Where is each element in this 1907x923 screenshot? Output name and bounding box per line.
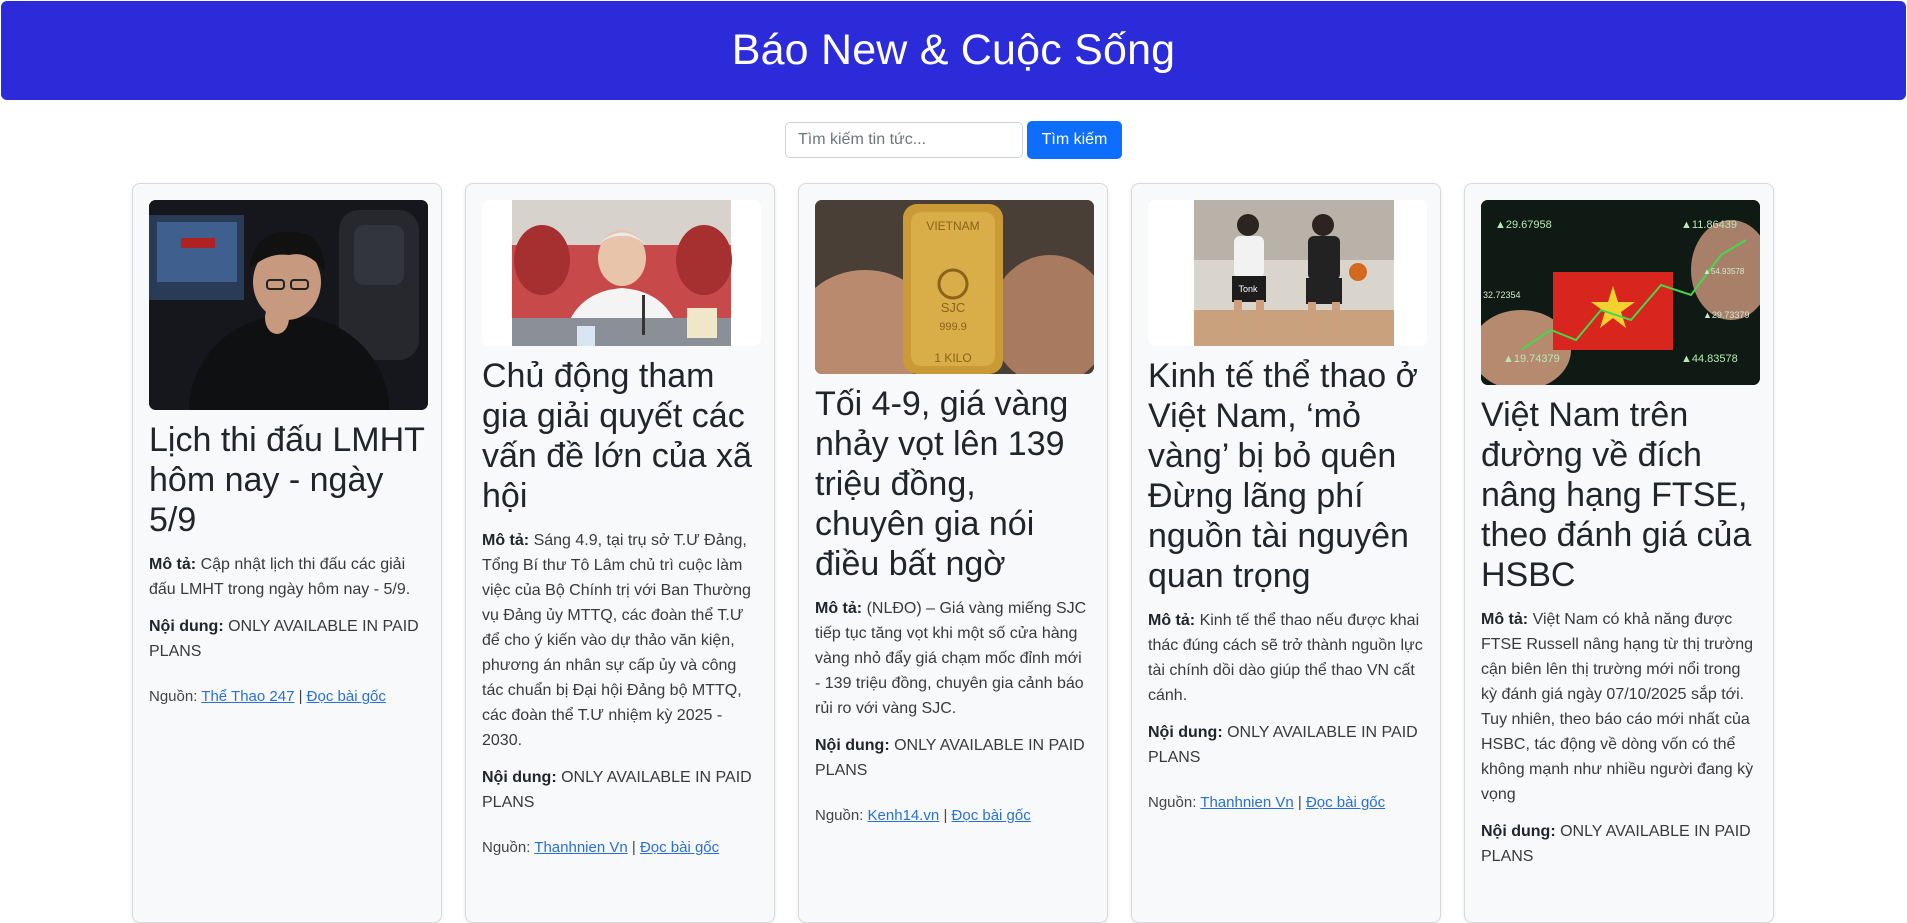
ticker-value: ▲29.67958 xyxy=(1495,219,1552,231)
ticker-value: ▲29.73379 xyxy=(1703,310,1749,320)
search-bar: Tìm kiếm xyxy=(0,121,1907,159)
source-label: Nguồn: xyxy=(482,839,531,856)
search-button[interactable]: Tìm kiếm xyxy=(1027,121,1122,159)
ticker-value: ▲54.93578 xyxy=(1703,267,1745,276)
gold-bar-weight: 1 KILO xyxy=(934,351,971,365)
description-label: Mô tả: xyxy=(149,556,197,573)
read-original-link[interactable]: Đọc bài gốc xyxy=(640,839,719,856)
article-image-vietnam-market: ▲29.67958 ▲11.86439 32.72354 ▲54.93578 ▲… xyxy=(1481,200,1760,385)
article-title[interactable]: Kinh tế thể thao ở Việt Nam, ‘mỏ vàng’ b… xyxy=(1148,356,1424,596)
search-input[interactable] xyxy=(785,122,1023,158)
esports-player-illustration xyxy=(149,200,428,410)
description-label: Mô tả: xyxy=(1148,612,1196,629)
article-description: Mô tả: (NLĐO) – Giá vàng miếng SJC tiếp … xyxy=(815,596,1091,721)
source-link[interactable]: Thể Thao 247 xyxy=(201,688,294,705)
description-text: Sáng 4.9, tại trụ sở T.Ư Đảng, Tổng Bí t… xyxy=(482,532,751,749)
article-description: Mô tả: Cập nhật lịch thi đấu các giải đấ… xyxy=(149,552,425,602)
article-image-esports xyxy=(149,200,428,410)
article-source: Nguồn: Kenh14.vn | Đọc bài gốc xyxy=(815,807,1091,824)
article-title[interactable]: Việt Nam trên đường về đích nâng hạng FT… xyxy=(1481,395,1757,595)
news-card: Tonk Kinh tế thể thao ở Việt Nam, ‘mỏ và… xyxy=(1131,183,1441,923)
article-source: Nguồn: Thanhnien Vn | Đọc bài gốc xyxy=(1148,794,1424,811)
article-content: Nội dung: ONLY AVAILABLE IN PAID PLANS xyxy=(1148,720,1424,770)
separator: | xyxy=(631,839,636,856)
gold-bar-illustration: VIETNAM SJC 999.9 1 KILO xyxy=(815,200,1094,374)
description-text: (NLĐO) – Giá vàng miếng SJC tiếp tục tăn… xyxy=(815,600,1087,717)
article-content: Nội dung: ONLY AVAILABLE IN PAID PLANS xyxy=(815,733,1091,783)
news-card: Chủ động tham gia giải quyết các vấn đề … xyxy=(465,183,775,923)
separator: | xyxy=(943,807,948,824)
article-title[interactable]: Chủ động tham gia giải quyết các vấn đề … xyxy=(482,356,758,516)
separator: | xyxy=(298,688,303,705)
news-card: ▲29.67958 ▲11.86439 32.72354 ▲54.93578 ▲… xyxy=(1464,183,1774,923)
article-source: Nguồn: Thể Thao 247 | Đọc bài gốc xyxy=(149,688,425,705)
separator: | xyxy=(1297,794,1302,811)
description-label: Mô tả: xyxy=(815,600,863,617)
ticker-value: ▲11.86439 xyxy=(1681,219,1737,231)
ticker-value: ▲19.74379 xyxy=(1503,353,1560,365)
gold-bar-mark: SJC xyxy=(941,300,966,315)
article-title[interactable]: Tối 4-9, giá vàng nhảy vọt lên 139 triệu… xyxy=(815,384,1091,584)
jersey-text: Tonk xyxy=(1238,284,1258,294)
vietnam-flag-chart-illustration: ▲29.67958 ▲11.86439 32.72354 ▲54.93578 ▲… xyxy=(1481,200,1760,385)
article-content: Nội dung: ONLY AVAILABLE IN PAID PLANS xyxy=(482,765,758,815)
source-link[interactable]: Thanhnien Vn xyxy=(1200,794,1293,811)
source-link[interactable]: Thanhnien Vn xyxy=(534,839,627,856)
source-label: Nguồn: xyxy=(815,807,864,824)
news-card: VIETNAM SJC 999.9 1 KILO Tối 4-9, giá và… xyxy=(798,183,1108,923)
site-header: Báo New & Cuộc Sống xyxy=(1,1,1906,100)
description-label: Mô tả: xyxy=(482,532,530,549)
gold-bar-purity: 999.9 xyxy=(939,321,967,333)
article-content: Nội dung: ONLY AVAILABLE IN PAID PLANS xyxy=(149,614,425,664)
article-description: Mô tả: Kinh tế thể thao nếu được khai th… xyxy=(1148,608,1424,708)
article-description: Mô tả: Sáng 4.9, tại trụ sở T.Ư Đảng, Tổ… xyxy=(482,528,758,753)
ticker-value: ▲44.83578 xyxy=(1681,353,1738,365)
article-image-gold-bar: VIETNAM SJC 999.9 1 KILO xyxy=(815,200,1094,374)
article-title[interactable]: Lịch thi đấu LMHT hôm nay - ngày 5/9 xyxy=(149,420,425,540)
meeting-photo-illustration xyxy=(482,200,761,346)
description-label: Mô tả: xyxy=(1481,611,1529,628)
description-text: Việt Nam có khả năng được FTSE Russell n… xyxy=(1481,611,1754,803)
ticker-value: 32.72354 xyxy=(1483,290,1521,300)
article-description: Mô tả: Việt Nam có khả năng được FTSE Ru… xyxy=(1481,607,1757,807)
article-image-meeting xyxy=(482,200,761,346)
news-card: Lịch thi đấu LMHT hôm nay - ngày 5/9 Mô … xyxy=(132,183,442,923)
article-image-basketball: Tonk xyxy=(1148,200,1427,346)
read-original-link[interactable]: Đọc bài gốc xyxy=(952,807,1031,824)
site-title: Báo New & Cuộc Sống xyxy=(731,26,1176,74)
content-label: Nội dung: xyxy=(1481,823,1556,840)
read-original-link[interactable]: Đọc bài gốc xyxy=(307,688,386,705)
source-link[interactable]: Kenh14.vn xyxy=(868,807,940,824)
article-source: Nguồn: Thanhnien Vn | Đọc bài gốc xyxy=(482,839,758,856)
read-original-link[interactable]: Đọc bài gốc xyxy=(1306,794,1385,811)
content-label: Nội dung: xyxy=(815,737,890,754)
source-label: Nguồn: xyxy=(149,688,198,705)
content-label: Nội dung: xyxy=(482,769,557,786)
content-label: Nội dung: xyxy=(149,618,224,635)
basketball-illustration: Tonk xyxy=(1148,200,1427,346)
article-content: Nội dung: ONLY AVAILABLE IN PAID PLANS xyxy=(1481,819,1757,869)
content-label: Nội dung: xyxy=(1148,724,1223,741)
source-label: Nguồn: xyxy=(1148,794,1197,811)
gold-bar-text: VIETNAM xyxy=(926,219,979,233)
